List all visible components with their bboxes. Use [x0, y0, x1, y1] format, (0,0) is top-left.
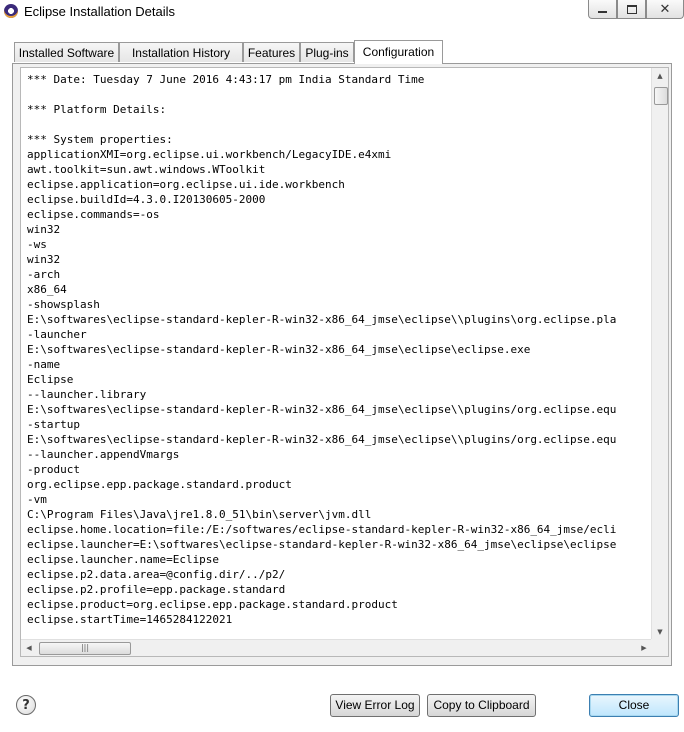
scroll-down-arrow-icon[interactable]: ▼ — [652, 624, 668, 640]
config-line: -product — [27, 463, 80, 476]
window-close-button[interactable]: ✕ — [646, 0, 684, 19]
copy-to-clipboard-button[interactable]: Copy to Clipboard — [427, 694, 536, 717]
config-line: *** System properties: — [27, 133, 173, 146]
config-line: -vm — [27, 493, 47, 506]
config-line: eclipse.application=org.eclipse.ui.ide.w… — [27, 178, 345, 191]
eclipse-logo-icon — [4, 4, 18, 18]
vertical-scrollbar[interactable]: ▲ ▼ — [651, 68, 668, 640]
config-line: eclipse.p2.profile=epp.package.standard — [27, 583, 286, 596]
help-button[interactable]: ? — [16, 695, 36, 715]
vertical-scroll-thumb[interactable] — [654, 87, 668, 105]
config-line: E:\softwares\eclipse-standard-kepler-R-w… — [27, 343, 531, 356]
config-line: --launcher.appendVmargs — [27, 448, 180, 461]
config-line: -ws — [27, 238, 47, 251]
config-line: -startup — [27, 418, 80, 431]
config-line: -launcher — [27, 328, 87, 341]
config-line: *** Date: Tuesday 7 June 2016 4:43:17 pm… — [27, 73, 425, 86]
config-line: -arch — [27, 268, 61, 281]
tab-plug-ins[interactable]: Plug-ins — [300, 42, 354, 62]
config-line: eclipse.launcher=E:\softwares\eclipse-st… — [27, 538, 617, 551]
config-line: eclipse.home.location=file:/E:/softwares… — [27, 523, 617, 536]
close-button[interactable]: Close — [589, 694, 679, 717]
config-line: eclipse.startTime=1465284122021 — [27, 613, 233, 626]
config-line: eclipse.product=org.eclipse.epp.package.… — [27, 598, 398, 611]
config-line: C:\Program Files\Java\jre1.8.0_51\bin\se… — [27, 508, 372, 521]
maximize-icon — [626, 4, 637, 14]
config-line: E:\softwares\eclipse-standard-kepler-R-w… — [27, 313, 617, 326]
config-line: x86_64 — [27, 283, 67, 296]
title-bar: Eclipse Installation Details ✕ — [0, 0, 684, 26]
config-line: --launcher.library — [27, 388, 147, 401]
maximize-button[interactable] — [617, 0, 646, 19]
config-line: win32 — [27, 253, 61, 266]
config-line: E:\softwares\eclipse-standard-kepler-R-w… — [27, 403, 617, 416]
close-icon: ✕ — [659, 1, 671, 17]
configuration-text-area[interactable]: *** Date: Tuesday 7 June 2016 4:43:17 pm… — [20, 67, 669, 657]
config-line: awt.toolkit=sun.awt.windows.WToolkit — [27, 163, 266, 176]
scroll-right-arrow-icon[interactable]: ▶ — [636, 640, 652, 656]
config-line: -name — [27, 358, 61, 371]
config-line: *** Platform Details: — [27, 103, 167, 116]
config-line: org.eclipse.epp.package.standard.product — [27, 478, 292, 491]
config-line: eclipse.commands=-os — [27, 208, 160, 221]
scrollbar-corner — [651, 639, 668, 656]
minimize-button[interactable] — [588, 0, 617, 19]
config-line: Eclipse — [27, 373, 74, 386]
config-line: eclipse.buildId=4.3.0.I20130605-2000 — [27, 193, 266, 206]
config-line — [27, 117, 653, 132]
config-line: win32 — [27, 223, 61, 236]
minimize-icon — [598, 11, 607, 13]
horizontal-scroll-thumb[interactable]: ||| — [39, 642, 131, 655]
window-title: Eclipse Installation Details — [24, 4, 176, 19]
config-line: applicationXMI=org.eclipse.ui.workbench/… — [27, 148, 392, 161]
tab-features[interactable]: Features — [243, 42, 300, 62]
config-line: -showsplash — [27, 298, 100, 311]
tab-configuration[interactable]: Configuration — [354, 40, 443, 64]
scroll-left-arrow-icon[interactable]: ◀ — [21, 640, 37, 656]
config-line: E:\softwares\eclipse-standard-kepler-R-w… — [27, 433, 617, 446]
tab-installation-history[interactable]: Installation History — [119, 42, 243, 62]
horizontal-scrollbar[interactable]: ◀ ||| ▶ — [21, 639, 652, 656]
configuration-text: *** Date: Tuesday 7 June 2016 4:43:17 pm… — [27, 72, 653, 635]
config-line: eclipse.launcher.name=Eclipse — [27, 553, 220, 566]
tab-installed-software[interactable]: Installed Software — [14, 42, 119, 62]
scroll-up-arrow-icon[interactable]: ▲ — [652, 68, 668, 84]
view-error-log-button[interactable]: View Error Log — [330, 694, 420, 717]
config-line — [27, 87, 653, 102]
config-line: eclipse.p2.data.area=@config.dir/../p2/ — [27, 568, 286, 581]
